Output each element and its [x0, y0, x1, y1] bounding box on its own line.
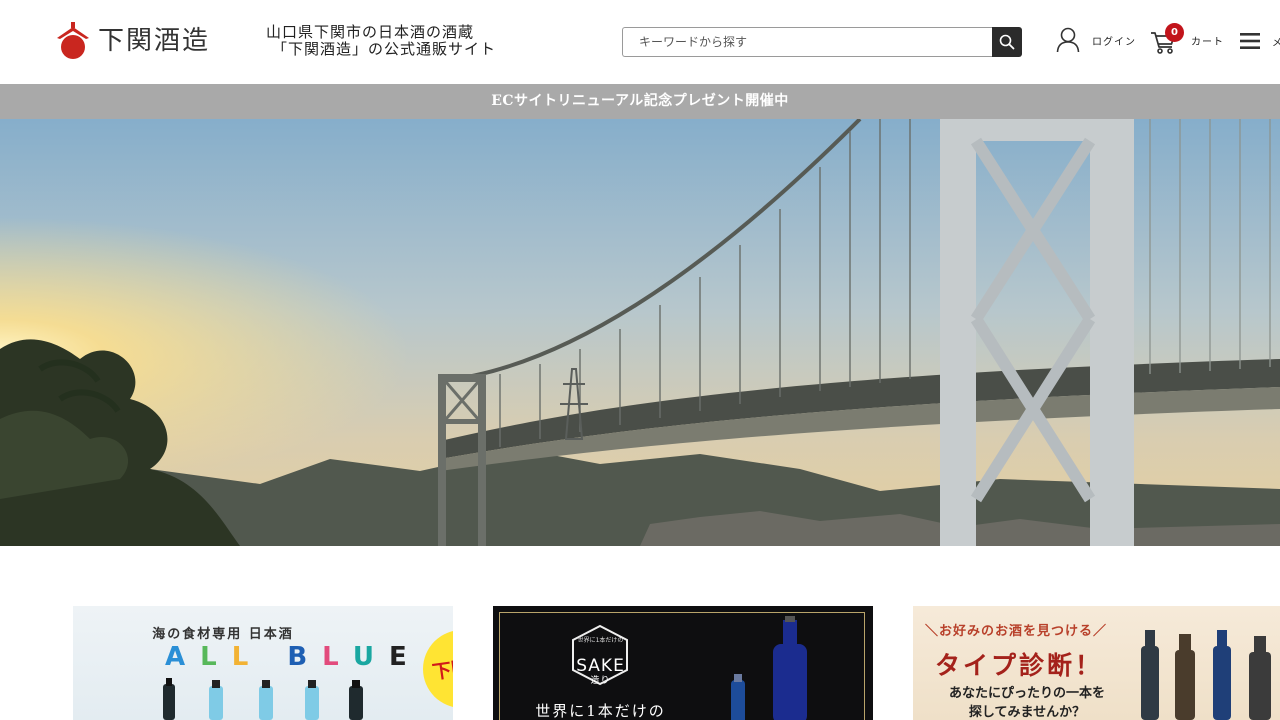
tagline-line-1: 山口県下関市の日本酒の酒蔵: [266, 23, 475, 41]
hero-image: [0, 119, 1280, 546]
hamburger-menu-icon: [1240, 33, 1260, 49]
site-logo[interactable]: 下関酒造: [56, 22, 210, 60]
search-input[interactable]: [622, 27, 992, 57]
sake-house-logo-icon: [57, 22, 89, 59]
site-tagline: 山口県下関市の日本酒の酒蔵 「下関酒造」の公式通販サイト: [266, 24, 496, 58]
cart-icon-wrap: 0: [1150, 23, 1184, 55]
banner-sake-making[interactable]: 世界に1本だけの SAKE 造り 世界に1本だけの: [493, 606, 873, 720]
cart-count-badge: 0: [1165, 23, 1184, 42]
sake-bottles-image: [163, 678, 363, 720]
search-button[interactable]: [992, 27, 1022, 57]
banner-type-diagnosis[interactable]: ＼お好みのお酒を見つける／ タイプ診断！ あなたにぴったりの一本を 探してみませ…: [913, 606, 1280, 720]
tagline-line-2: 「下関酒造」の公式通販サイト: [272, 40, 497, 58]
bridge-landscape-image: [0, 119, 1280, 546]
site-header: 下関酒造 山口県下関市の日本酒の酒蔵 「下関酒造」の公式通販サイト ログイン: [0, 0, 1280, 84]
user-icon: [1056, 27, 1080, 53]
search-icon: [999, 34, 1015, 50]
cart-label: カート: [1191, 36, 1224, 48]
menu-button[interactable]: メ: [1240, 32, 1280, 50]
logo-text: 下関酒造: [98, 26, 211, 56]
cart-link[interactable]: 0 カート: [1150, 23, 1224, 55]
announcement-text: ECサイトリニューアル記念プレゼント開催中: [491, 93, 789, 109]
banner-all-blue[interactable]: 海の食材専用 日本酒 ALL BLUE 下関初: [73, 606, 453, 720]
menu-label: メ: [1272, 37, 1280, 49]
search-bar: [622, 27, 1022, 57]
sake-bottle-lineup-image: [1141, 630, 1271, 720]
blue-bottles-image: [731, 616, 807, 720]
announcement-bar[interactable]: ECサイトリニューアル記念プレゼント開催中: [0, 84, 1280, 119]
login-label: ログイン: [1092, 36, 1136, 48]
login-link[interactable]: ログイン: [1056, 27, 1136, 53]
